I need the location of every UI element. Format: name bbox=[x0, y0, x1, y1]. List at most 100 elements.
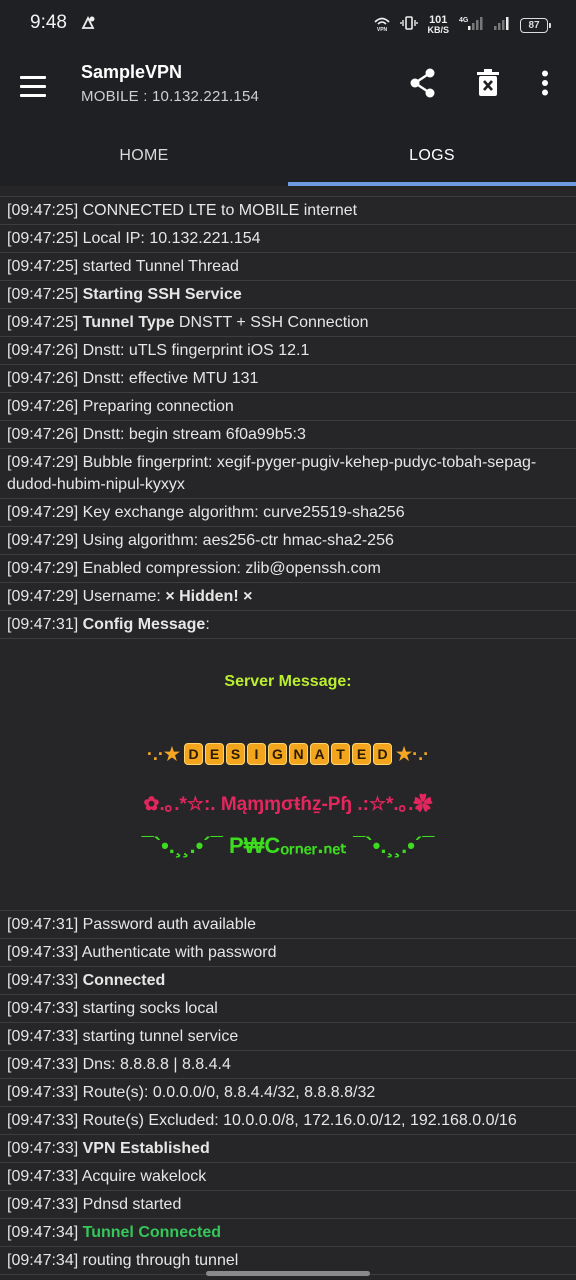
network-speed: 101 KB/S bbox=[427, 15, 449, 35]
log-text: starting tunnel service bbox=[78, 1028, 239, 1045]
log-row: [09:47:25] Tunnel Type DNSTT + SSH Conne… bbox=[0, 309, 576, 337]
log-text: Using algorithm: aes256-ctr hmac-sha2-25… bbox=[78, 532, 394, 549]
log-text: Starting SSH Service bbox=[82, 286, 242, 303]
app-bar: SampleVPN MOBILE : 10.132.221.154 bbox=[0, 48, 576, 126]
log-row: [09:47:26] Dnstt: begin stream 6f0a99b5:… bbox=[0, 421, 576, 449]
banner-letter-tile: N bbox=[289, 743, 308, 765]
log-row: [09:47:29] Using algorithm: aes256-ctr h… bbox=[0, 527, 576, 555]
log-text: Username: bbox=[78, 588, 166, 605]
log-row: [09:47:29] Key exchange algorithm: curve… bbox=[0, 499, 576, 527]
log-row: [09:47:33] Pdnsd started bbox=[0, 1191, 576, 1219]
banner-letter-tile: G bbox=[268, 743, 287, 765]
log-text: Dnstt: effective MTU 131 bbox=[78, 370, 259, 387]
tab-logs[interactable]: LOGS bbox=[288, 126, 576, 186]
signal-icon bbox=[493, 14, 511, 37]
banner-prefix: ·.·★ bbox=[146, 743, 180, 764]
menu-button[interactable] bbox=[20, 68, 56, 104]
log-text: Enabled compression: zlib@openssh.com bbox=[78, 560, 381, 577]
log-row: [09:47:31] Password auth available bbox=[0, 911, 576, 939]
log-timestamp: [09:47:29] bbox=[7, 504, 79, 521]
log-row-partial bbox=[0, 186, 576, 197]
log-row: [09:47:26] Dnstt: effective MTU 131 bbox=[0, 365, 576, 393]
log-timestamp: [09:47:31] bbox=[7, 616, 79, 633]
log-text: Dnstt: begin stream 6f0a99b5:3 bbox=[78, 426, 306, 443]
banner-letter-tile: I bbox=[247, 743, 266, 765]
log-text: Key exchange algorithm: curve25519-sha25… bbox=[78, 504, 405, 521]
log-text: Tunnel Connected bbox=[82, 1224, 221, 1241]
battery-indicator: 87 bbox=[520, 17, 551, 33]
log-text: Acquire wakelock bbox=[78, 1168, 207, 1185]
banner-tiles: DESIGNATED bbox=[184, 743, 392, 765]
log-timestamp: [09:47:29] bbox=[7, 454, 79, 471]
tab-home[interactable]: HOME bbox=[0, 126, 288, 186]
status-time: 9:48 bbox=[30, 12, 67, 33]
log-row: [09:47:29] Username: × Hidden! × bbox=[0, 583, 576, 611]
log-timestamp: [09:47:33] bbox=[7, 972, 79, 989]
share-icon bbox=[410, 68, 435, 98]
log-row: [09:47:25] Starting SSH Service bbox=[0, 281, 576, 309]
log-timestamp: [09:47:33] bbox=[7, 1112, 79, 1129]
log-timestamp: [09:47:26] bbox=[7, 398, 79, 415]
server-banner-site: ¯`•.¸¸.•´¯ P₩Cₒᵣₙₑᵣ.ₙₑₜ ¯`•.¸¸.•´¯ bbox=[141, 833, 435, 858]
banner-letter-tile: D bbox=[373, 743, 392, 765]
server-message-title: Server Message: bbox=[224, 673, 352, 690]
banner-suffix: ★·.· bbox=[396, 743, 430, 764]
log-row: [09:47:33] Dns: 8.8.8.8 | 8.8.4.4 bbox=[0, 1051, 576, 1079]
log-row: [09:47:25] CONNECTED LTE to MOBILE inter… bbox=[0, 197, 576, 225]
share-button[interactable] bbox=[406, 66, 440, 100]
log-timestamp: [09:47:34] bbox=[7, 1224, 79, 1241]
log-text: Route(s) Excluded: 10.0.0.0/8, 172.16.0.… bbox=[78, 1112, 517, 1129]
log-text: Bubble fingerprint: xegif-pyger-pugiv-ke… bbox=[7, 454, 537, 493]
banner-letter-tile: D bbox=[184, 743, 203, 765]
log-timestamp: [09:47:26] bbox=[7, 342, 79, 359]
log-text: starting socks local bbox=[78, 1000, 218, 1017]
log-text: Tunnel Type bbox=[82, 314, 175, 331]
log-timestamp: [09:47:29] bbox=[7, 588, 79, 605]
log-timestamp: [09:47:33] bbox=[7, 1056, 79, 1073]
app-subtitle: MOBILE : 10.132.221.154 bbox=[81, 88, 260, 105]
log-row: [09:47:33] Acquire wakelock bbox=[0, 1163, 576, 1191]
banner-letter-tile: T bbox=[331, 743, 350, 765]
log-timestamp: [09:47:29] bbox=[7, 532, 79, 549]
clear-logs-button[interactable] bbox=[471, 66, 505, 100]
log-row: [09:47:25] started Tunnel Thread bbox=[0, 253, 576, 281]
server-banner-name: ✿.｡.*☆:. Mąɱɱσŧɦẕ-Pɧ .:☆*.｡.✿ bbox=[143, 794, 433, 815]
log-text: Authenticate with password bbox=[78, 944, 277, 961]
log-timestamp: [09:47:34] bbox=[7, 1252, 79, 1269]
log-row: [09:47:31] Config Message: bbox=[0, 611, 576, 639]
app-title: SampleVPN bbox=[81, 62, 183, 82]
log-row: [09:47:33] VPN Established bbox=[0, 1135, 576, 1163]
notification-icon bbox=[80, 15, 96, 36]
log-timestamp: [09:47:29] bbox=[7, 560, 79, 577]
log-timestamp: [09:47:33] bbox=[7, 1196, 79, 1213]
log-timestamp: [09:47:25] bbox=[7, 286, 79, 303]
log-timestamp: [09:47:33] bbox=[7, 1140, 79, 1157]
log-row: [09:47:26] Dnstt: uTLS fingerprint iOS 1… bbox=[0, 337, 576, 365]
banner-letter-tile: S bbox=[226, 743, 245, 765]
log-group-before: [09:47:25] CONNECTED LTE to MOBILE inter… bbox=[0, 197, 576, 639]
status-icons: VPN 101 KB/S 4G 87 bbox=[373, 14, 551, 37]
log-row: [09:47:34] Tunnel Connected bbox=[0, 1219, 576, 1247]
log-row: [09:47:25] Local IP: 10.132.221.154 bbox=[0, 225, 576, 253]
vibrate-icon bbox=[400, 14, 419, 37]
log-timestamp: [09:47:25] bbox=[7, 230, 79, 247]
more-options-button[interactable] bbox=[528, 66, 562, 100]
log-text: started Tunnel Thread bbox=[78, 258, 239, 275]
banner-letter-tile: E bbox=[352, 743, 371, 765]
log-timestamp: [09:47:33] bbox=[7, 1000, 79, 1017]
log-row: [09:47:33] Connected bbox=[0, 967, 576, 995]
log-text: Connected bbox=[82, 972, 166, 989]
log-text: : bbox=[205, 616, 210, 633]
more-vert-icon bbox=[542, 70, 548, 96]
log-timestamp: [09:47:33] bbox=[7, 944, 79, 961]
log-row: [09:47:29] Enabled compression: zlib@ope… bbox=[0, 555, 576, 583]
banner-letter-tile: E bbox=[205, 743, 224, 765]
log-row: [09:47:33] Route(s): 0.0.0.0/0, 8.8.4.4/… bbox=[0, 1079, 576, 1107]
log-row: [09:47:33] starting tunnel service bbox=[0, 1023, 576, 1051]
home-indicator[interactable] bbox=[206, 1271, 370, 1276]
log-row: [09:47:33] Authenticate with password bbox=[0, 939, 576, 967]
log-row: [09:47:33] starting socks local bbox=[0, 995, 576, 1023]
log-group-after: [09:47:31] Password auth available [09:47… bbox=[0, 911, 576, 1280]
log-text: Preparing connection bbox=[78, 398, 234, 415]
log-list[interactable]: [09:47:25] CONNECTED LTE to MOBILE inter… bbox=[0, 186, 576, 1280]
